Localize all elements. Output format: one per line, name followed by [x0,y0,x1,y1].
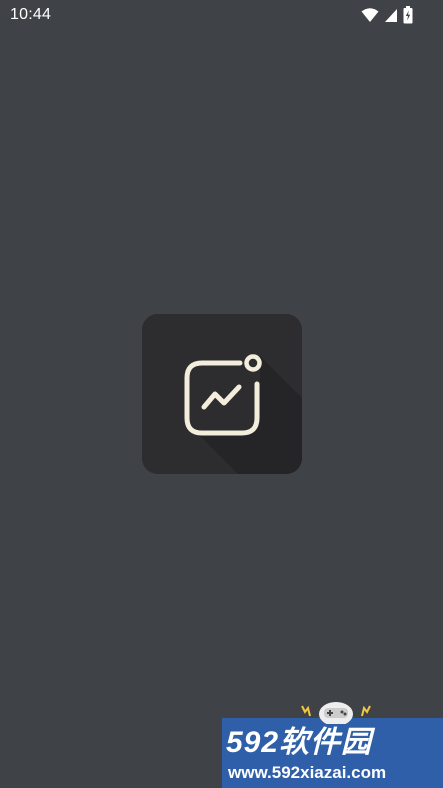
app-logo-icon [142,314,302,474]
watermark-brand: 592软件园 [226,726,373,759]
watermark-banner: 592软件园 www.592xiazai.com [222,718,443,788]
battery-charging-icon [403,6,413,24]
cell-signal-icon [385,8,397,22]
status-icons [361,5,413,25]
gamepad-mascot-icon [301,702,371,724]
splash-screen: 10:44 592软件园 www.592xiazai.com [0,0,443,788]
status-bar: 10:44 [0,0,443,30]
wifi-icon [361,8,379,22]
chart-image-icon [142,314,302,474]
status-time: 10:44 [10,6,52,23]
watermark-url: www.592xiazai.com [228,763,387,782]
